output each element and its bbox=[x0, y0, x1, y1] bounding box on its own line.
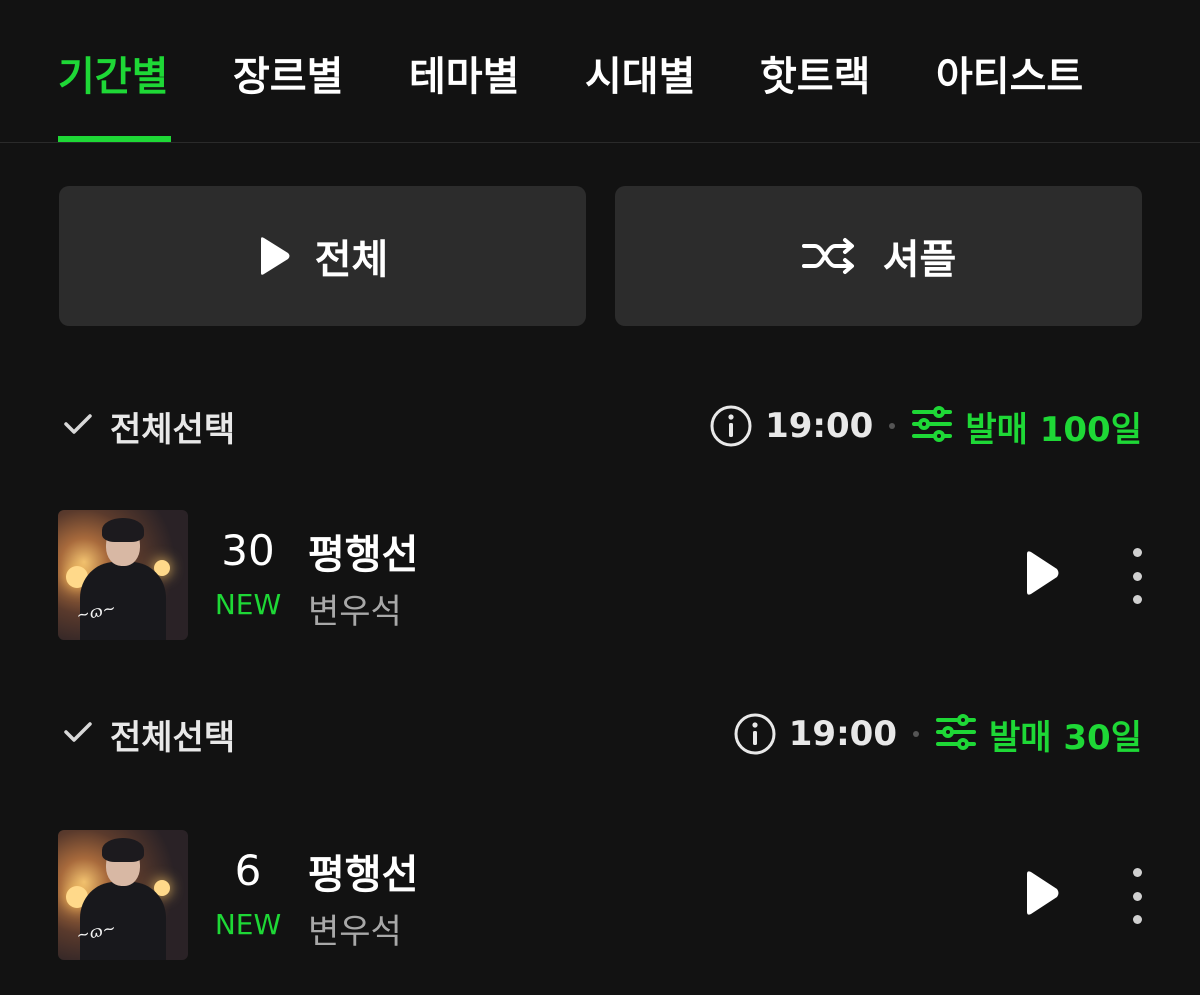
track-row[interactable]: ~ɷ~ 30 NEW 평행선 변우석 bbox=[58, 510, 1142, 640]
tab-artist[interactable]: 아티스트 bbox=[936, 44, 1083, 102]
chart-meta: 19:00 발매 30일 bbox=[733, 704, 1142, 764]
play-icon[interactable] bbox=[1024, 870, 1068, 918]
release-filter-label: 발매 100일 bbox=[965, 409, 1142, 450]
play-all-label: 전체 bbox=[314, 237, 389, 283]
track-artist: 변우석 bbox=[308, 592, 402, 632]
filter-icon bbox=[911, 406, 953, 446]
shuffle-label: 셔플 bbox=[882, 237, 957, 283]
tab-period[interactable]: 기간별 bbox=[58, 44, 168, 102]
track-artist: 변우석 bbox=[308, 912, 402, 952]
more-options-icon[interactable] bbox=[1122, 548, 1152, 604]
select-all-button[interactable]: 전체선택 bbox=[58, 704, 235, 764]
release-filter-label: 발매 30일 bbox=[989, 717, 1142, 758]
new-badge: NEW bbox=[214, 588, 282, 621]
release-filter-button[interactable]: 발매 100일 bbox=[911, 402, 1142, 451]
update-time: 19:00 bbox=[788, 714, 897, 754]
track-row[interactable]: ~ɷ~ 6 NEW 평행선 변우석 bbox=[58, 830, 1142, 960]
tab-theme[interactable]: 테마별 bbox=[409, 44, 519, 102]
update-time: 19:00 bbox=[765, 406, 874, 446]
play-icon bbox=[257, 236, 291, 276]
chart-meta: 19:00 발매 100일 bbox=[709, 396, 1142, 456]
more-options-icon[interactable] bbox=[1122, 868, 1152, 924]
release-filter-button[interactable]: 발매 30일 bbox=[935, 710, 1142, 759]
tab-bar: 기간별 장르별 테마별 시대별 핫트랙 아티스트 bbox=[0, 0, 1200, 143]
play-all-button[interactable]: 전체 bbox=[59, 186, 586, 326]
tab-genre[interactable]: 장르별 bbox=[233, 44, 343, 102]
shuffle-icon bbox=[801, 236, 859, 276]
track-title: 평행선 bbox=[308, 852, 419, 898]
rank-number: 30 bbox=[221, 526, 275, 575]
select-all-label: 전체선택 bbox=[110, 717, 236, 758]
filter-icon bbox=[935, 714, 977, 754]
album-cover: ~ɷ~ bbox=[58, 510, 188, 640]
select-all-button[interactable]: 전체선택 bbox=[58, 396, 235, 456]
select-all-label: 전체선택 bbox=[110, 409, 236, 450]
tab-era[interactable]: 시대별 bbox=[585, 44, 695, 102]
separator-dot bbox=[913, 731, 919, 737]
info-icon[interactable] bbox=[709, 404, 753, 448]
album-cover: ~ɷ~ bbox=[58, 830, 188, 960]
check-icon bbox=[58, 717, 96, 751]
separator-dot bbox=[889, 423, 896, 429]
info-icon[interactable] bbox=[733, 712, 777, 756]
new-badge: NEW bbox=[214, 908, 282, 941]
check-icon bbox=[58, 409, 96, 443]
rank-number: 6 bbox=[234, 846, 262, 895]
section-header: 전체선택 19:00 발매 30일 bbox=[58, 704, 1142, 764]
tab-hot-track[interactable]: 핫트랙 bbox=[760, 44, 870, 102]
track-title: 평행선 bbox=[308, 532, 419, 578]
play-icon[interactable] bbox=[1024, 550, 1068, 598]
section-header: 전체선택 19:00 발매 100일 bbox=[58, 396, 1142, 456]
shuffle-button[interactable]: 셔플 bbox=[615, 186, 1142, 326]
active-tab-indicator bbox=[58, 136, 171, 142]
